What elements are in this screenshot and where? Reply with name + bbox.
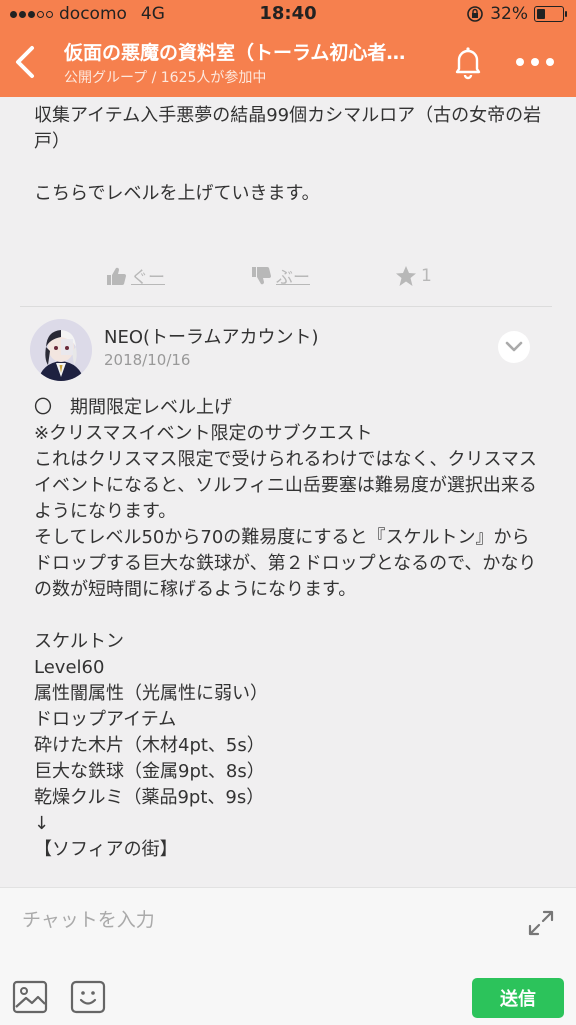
avatar[interactable] (30, 319, 92, 381)
emoji-icon[interactable] (70, 980, 106, 1014)
post-menu-button[interactable] (498, 331, 530, 363)
group-subtitle: 公開グループ / 1625人が参加中 (64, 70, 267, 86)
post-card: 収集アイテム入手悪夢の結晶99個カシマルロア（古の女帝の岩戸） こちらでレベルを… (0, 97, 576, 307)
star-count: 1 (421, 265, 432, 286)
group-title[interactable]: 仮面の悪魔の資料室（トーラム初心者… (64, 38, 434, 65)
good-label: ぐー (131, 268, 165, 288)
chat-input-bar: 送信 (0, 887, 576, 1025)
thumbs-down-icon (252, 266, 271, 284)
post-date: 2018/10/16 (104, 351, 191, 369)
chat-input[interactable] (20, 904, 504, 936)
message-list[interactable]: 収集アイテム入手悪夢の結晶99個カシマルロア（古の女帝の岩戸） こちらでレベルを… (0, 97, 576, 887)
battery-icon (534, 6, 567, 22)
bad-button[interactable]: ぶー (250, 263, 395, 288)
send-button[interactable]: 送信 (472, 978, 564, 1018)
status-bar: docomo 4G 18:40 32% (0, 0, 576, 30)
bell-icon[interactable] (450, 44, 486, 80)
post-card: NEO(トーラムアカウント) 2018/10/16 〇 期間限定レベル上げ ※ク… (0, 307, 576, 887)
orientation-lock-icon (467, 6, 484, 22)
more-icon[interactable] (512, 50, 558, 74)
bad-label: ぶー (276, 268, 310, 288)
expand-icon[interactable] (526, 908, 556, 938)
chevron-down-icon (505, 341, 523, 352)
star-icon (396, 265, 416, 286)
thumbs-up-icon (107, 267, 126, 285)
back-icon[interactable] (10, 42, 40, 82)
group-header: 仮面の悪魔の資料室（トーラム初心者… 公開グループ / 1625人が参加中 (0, 30, 576, 97)
star-button[interactable]: 1 (395, 263, 540, 288)
image-icon[interactable] (12, 980, 48, 1014)
author-name[interactable]: NEO(トーラムアカウント) (104, 323, 319, 349)
post-body: 〇 期間限定レベル上げ ※クリスマスイベント限定のサブクエスト これはクリスマス… (34, 397, 537, 860)
reaction-bar: ぐー ぶー 1 (105, 263, 545, 288)
good-button[interactable]: ぐー (105, 263, 250, 288)
battery-percent: 32% (490, 4, 528, 24)
post-body: 収集アイテム入手悪夢の結晶99個カシマルロア（古の女帝の岩戸） こちらでレベルを… (34, 105, 542, 204)
